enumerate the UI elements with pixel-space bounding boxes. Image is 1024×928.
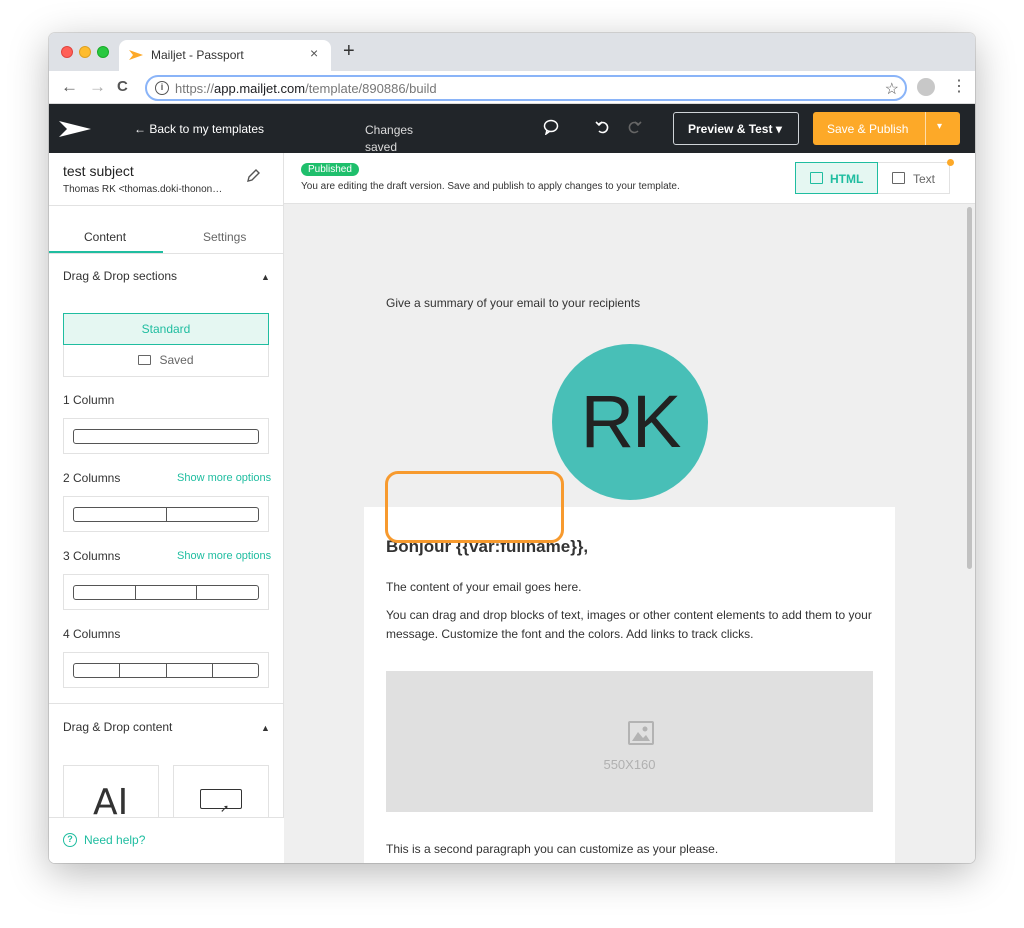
email-sender: Thomas RK <thomas.doki-thonon@mailjet.co… — [63, 184, 228, 195]
divider — [49, 703, 284, 704]
tab-bar: Mailjet - Passport × + — [49, 33, 975, 71]
text-label: Text — [913, 172, 936, 186]
standard-tab[interactable]: Standard — [63, 313, 269, 345]
maximize-window-button[interactable] — [97, 46, 109, 58]
forward-arrow-icon[interactable]: → — [89, 77, 106, 97]
notification-dot — [947, 159, 954, 166]
close-window-button[interactable] — [61, 46, 73, 58]
column-label: 1 Column — [63, 393, 115, 407]
three-column-block[interactable] — [63, 574, 269, 610]
four-column-block[interactable] — [63, 652, 269, 688]
email-subject: test subject — [63, 163, 134, 179]
highlight-annotation — [385, 471, 564, 543]
text-mode-button[interactable]: Text — [878, 162, 950, 194]
undo-icon[interactable] — [595, 119, 611, 139]
publish-dropdown-caret-icon[interactable]: ▾ — [937, 121, 942, 132]
one-column-block[interactable] — [63, 418, 269, 454]
folder-icon — [138, 355, 152, 365]
two-column-block[interactable] — [63, 496, 269, 532]
save-publish-button[interactable]: Save & Publish ▾ — [813, 112, 960, 145]
save-publish-label: Save & Publish — [827, 122, 909, 136]
address-bar: ← → C i https://app.mailjet.com/template… — [49, 71, 975, 104]
profile-avatar-icon[interactable] — [917, 78, 935, 96]
divider — [49, 253, 284, 254]
mailjet-logo-icon[interactable] — [59, 119, 91, 139]
html-mode-button[interactable]: HTML — [795, 162, 878, 194]
paragraph-text[interactable]: The content of your email goes here. — [386, 580, 581, 594]
back-arrow-icon[interactable]: ← — [61, 77, 78, 97]
tab-content[interactable]: Content — [84, 230, 126, 244]
url-path: /template/890886/build — [305, 81, 437, 96]
cursor-icon: ➚ — [220, 803, 230, 815]
edit-pencil-icon[interactable] — [245, 168, 261, 188]
tab-close-icon[interactable]: × — [310, 45, 318, 61]
browser-tab[interactable]: Mailjet - Passport × — [119, 40, 331, 71]
html-doc-icon — [810, 172, 823, 184]
html-label: HTML — [830, 172, 864, 186]
paragraph-text[interactable]: You can drag and drop blocks of text, im… — [386, 606, 876, 644]
image-icon — [628, 721, 654, 745]
url-text: https://app.mailjet.com/template/890886/… — [175, 81, 437, 96]
status-badge: Published — [301, 163, 359, 176]
back-to-templates-link[interactable]: ← Back to my templates — [134, 122, 264, 136]
column-label: 3 Columns — [63, 549, 121, 563]
draft-notice: You are editing the draft version. Save … — [301, 181, 680, 192]
tab-settings[interactable]: Settings — [203, 230, 246, 244]
notice-bar: Published You are editing the draft vers… — [284, 153, 975, 204]
saved-label: Saved — [159, 353, 194, 367]
collapse-caret-icon[interactable]: ▲ — [261, 272, 270, 282]
comment-icon[interactable] — [543, 119, 559, 139]
browser-menu-icon[interactable]: ⋮ — [951, 76, 967, 96]
url-host: app.mailjet.com — [214, 81, 306, 96]
tab-title: Mailjet - Passport — [151, 48, 244, 62]
email-body-card: Bonjour {{var:fullname}}, The content of… — [364, 507, 895, 863]
browser-window: Mailjet - Passport × + ← → C i https://a… — [49, 33, 975, 863]
new-tab-button[interactable]: + — [343, 41, 355, 61]
preview-test-button[interactable]: Preview & Test ▾ — [673, 112, 799, 145]
column-label: 4 Columns — [63, 627, 121, 641]
url-prefix: https:// — [175, 81, 215, 96]
content-title[interactable]: Drag & Drop content — [63, 720, 172, 734]
show-more-options-link[interactable]: Show more options — [177, 472, 271, 484]
preheader-text[interactable]: Give a summary of your email to your rec… — [386, 296, 640, 310]
minimize-window-button[interactable] — [79, 46, 91, 58]
saved-tab[interactable]: Saved — [63, 345, 269, 377]
image-size-label: 550X160 — [603, 757, 656, 772]
show-more-options-link[interactable]: Show more options — [177, 550, 271, 562]
help-bar: ? Need help? — [49, 817, 284, 863]
avatar-image[interactable]: RK — [552, 344, 708, 500]
publish-divider — [925, 112, 926, 145]
collapse-caret-icon[interactable]: ▲ — [261, 723, 270, 733]
paragraph-text[interactable]: This is a second paragraph you can custo… — [386, 842, 718, 856]
bookmark-star-icon[interactable]: ☆ — [885, 79, 899, 99]
divider — [49, 205, 284, 206]
scrollbar[interactable] — [967, 207, 972, 569]
mailjet-favicon-icon — [129, 50, 143, 60]
column-layout-preview — [73, 663, 259, 678]
info-icon[interactable]: i — [155, 81, 169, 95]
sidebar: test subject Thomas RK <thomas.doki-thon… — [49, 153, 284, 863]
column-layout-preview — [73, 507, 259, 522]
save-status: Changes saved — [365, 123, 414, 154]
image-placeholder[interactable]: 550X160 — [386, 671, 873, 812]
app-header: ← Back to my templates Changes saved Pre… — [49, 104, 975, 154]
text-doc-icon — [892, 172, 905, 184]
column-label: 2 Columns — [63, 471, 121, 485]
sections-title[interactable]: Drag & Drop sections — [63, 269, 177, 283]
need-help-link[interactable]: Need help? — [84, 833, 145, 847]
column-layout-preview — [73, 585, 259, 600]
reload-icon[interactable]: C — [117, 78, 128, 95]
column-layout-preview — [73, 429, 259, 444]
url-field[interactable]: i https://app.mailjet.com/template/89088… — [145, 75, 907, 101]
redo-icon[interactable] — [626, 119, 642, 139]
help-icon[interactable]: ? — [63, 833, 77, 847]
